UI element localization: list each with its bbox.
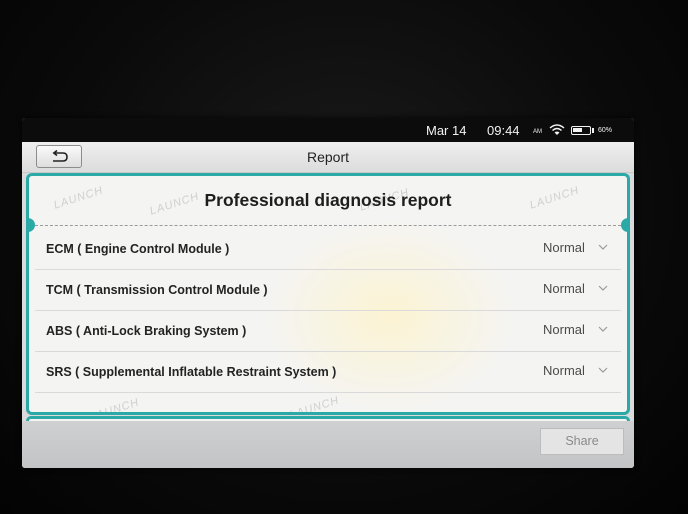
report-heading: Professional diagnosis report [204, 190, 452, 210]
module-name: SRS ( Supplemental Inflatable Restraint … [46, 365, 337, 379]
module-status-dropdown[interactable]: Normal [543, 281, 585, 296]
device-screen: Mar 14 09:44 AM 60% Report LAUNCH LAUNCH… [22, 118, 634, 468]
chevron-down-icon[interactable] [598, 244, 608, 250]
module-name: TCM ( Transmission Control Module ) [46, 283, 268, 297]
status-bar: Mar 14 09:44 AM 60% [22, 118, 634, 142]
report-panel: LAUNCH LAUNCH LAUNCH LAUNCH LAUNCH LAUNC… [26, 173, 630, 415]
battery-level-fill [573, 128, 582, 132]
battery-icon [571, 126, 591, 135]
status-date: Mar 14 [426, 123, 467, 138]
wifi-icon [549, 124, 565, 135]
module-row-srs[interactable]: SRS ( Supplemental Inflatable Restraint … [35, 351, 621, 393]
module-name: ABS ( Anti-Lock Braking System ) [46, 324, 247, 338]
module-name: ECM ( Engine Control Module ) [46, 242, 230, 256]
chevron-down-icon[interactable] [598, 367, 608, 373]
module-status-dropdown[interactable]: Normal [543, 363, 585, 378]
module-status-dropdown[interactable]: Normal [543, 322, 585, 337]
status-time: 09:44 [487, 123, 520, 138]
chevron-down-icon[interactable] [598, 326, 608, 332]
chevron-down-icon[interactable] [598, 285, 608, 291]
share-button[interactable]: Share [540, 428, 624, 455]
module-status-dropdown[interactable]: Normal [543, 240, 585, 255]
page-title: Report [306, 149, 350, 165]
status-ampm: AM [533, 129, 542, 135]
heading-divider [35, 225, 621, 226]
battery-percentage: 60% [598, 127, 613, 134]
bottom-toolbar: Share [22, 421, 634, 468]
watermark: LAUNCH [88, 396, 141, 415]
watermark: LAUNCH [288, 394, 341, 415]
panel-notch-left [29, 218, 35, 232]
module-row-tcm[interactable]: TCM ( Transmission Control Module ) Norm… [35, 269, 621, 311]
module-row-ecm[interactable]: ECM ( Engine Control Module ) Normal [35, 228, 621, 270]
title-bar: Report [22, 142, 634, 173]
module-row-abs[interactable]: ABS ( Anti-Lock Braking System ) Normal [35, 310, 621, 352]
battery-tip [592, 128, 594, 133]
panel-notch-right [621, 218, 627, 232]
